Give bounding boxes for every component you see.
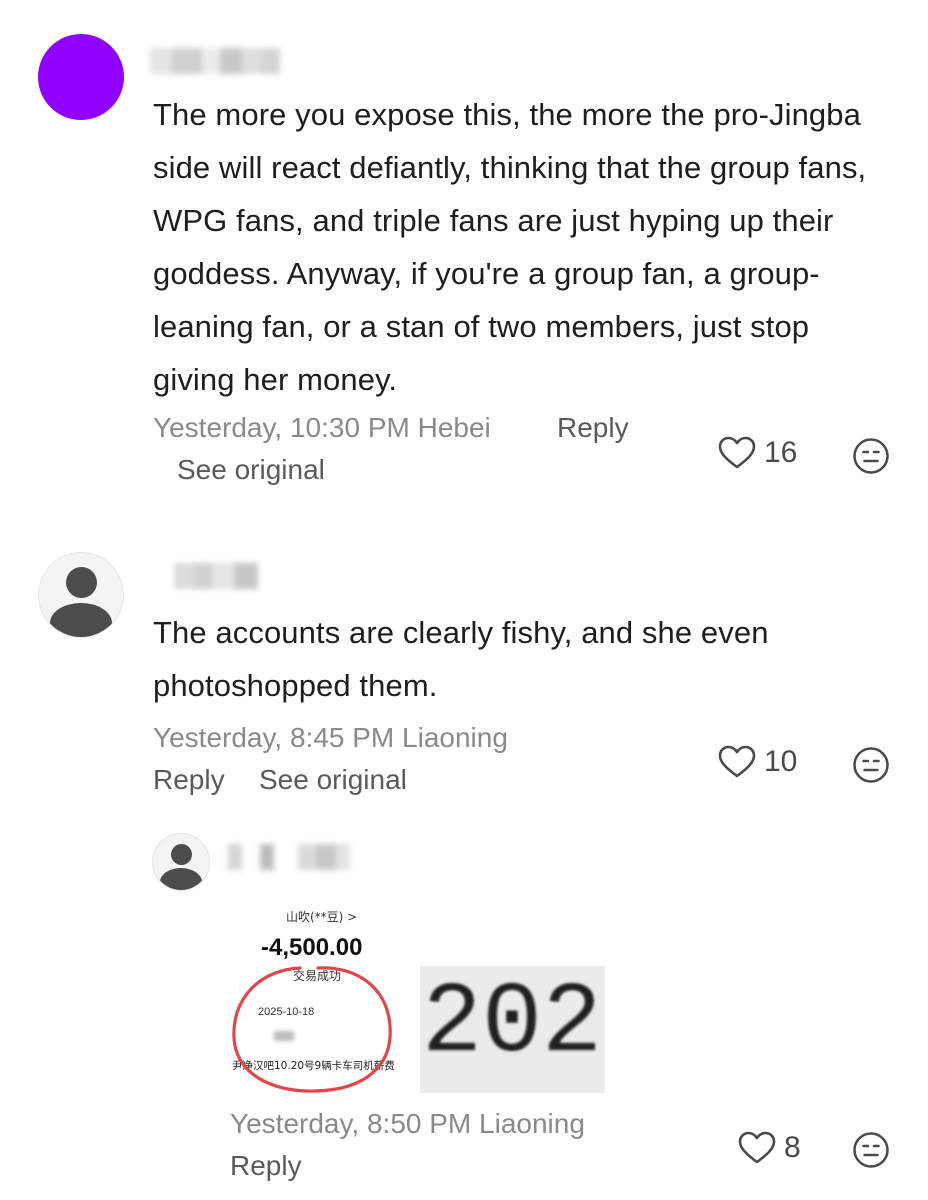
zoomed-date-crop: 2025: [420, 966, 605, 1093]
like-button[interactable]: 8: [738, 1131, 801, 1165]
reply-location: Liaoning: [479, 1108, 585, 1139]
avatar[interactable]: [152, 833, 210, 891]
red-circle-annotation: [232, 966, 392, 1093]
like-count: 8: [784, 1131, 801, 1164]
neutral-face-icon[interactable]: [852, 1131, 890, 1169]
reply-time: Yesterday, 8:50 PM: [230, 1108, 472, 1139]
reply: 山吹(**豆) > -4,500.00 交易成功 2025-10-18 尹净汉吧…: [0, 0, 928, 1200]
attached-image[interactable]: 山吹(**豆) > -4,500.00 交易成功 2025-10-18 尹净汉吧…: [230, 898, 605, 1093]
avatar-head: [171, 844, 192, 865]
reply-button[interactable]: Reply: [230, 1150, 302, 1182]
avatar-body: [160, 868, 202, 890]
reply-meta: Yesterday, 8:50 PM Liaoning: [230, 1108, 585, 1140]
zoomed-text: 2025: [422, 968, 605, 1081]
receipt-screenshot: 山吹(**豆) > -4,500.00 交易成功 2025-10-18 尹净汉吧…: [230, 898, 420, 1093]
heart-outline-icon: [738, 1131, 776, 1164]
username-redacted[interactable]: [228, 844, 350, 870]
